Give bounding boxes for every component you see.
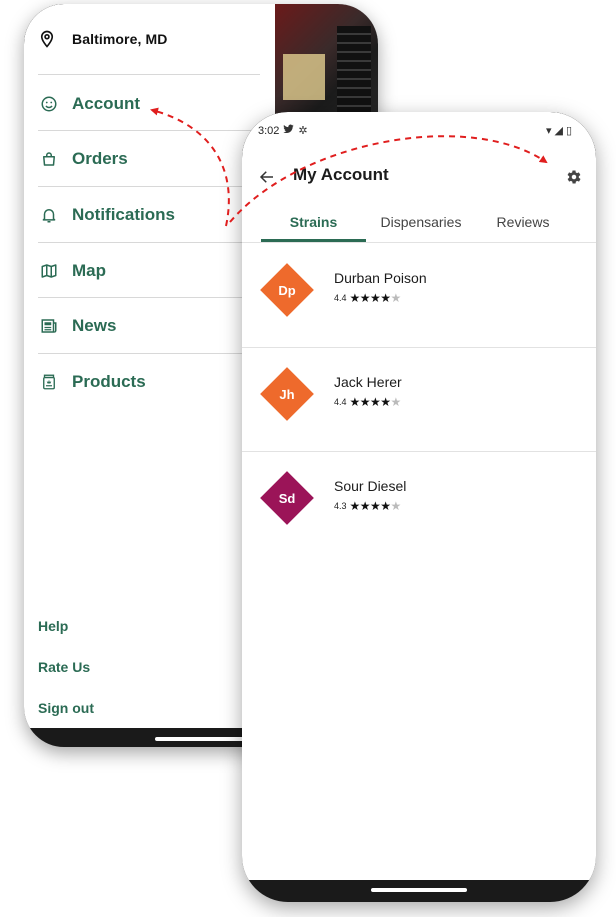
strain-list-item[interactable]: Jh Jack Herer 4.4 ★★★★★ xyxy=(242,347,596,452)
rating-value: 4.4 xyxy=(334,397,347,407)
nav-item-map[interactable]: Map xyxy=(38,256,106,286)
gear-icon xyxy=(567,170,581,184)
nav-label-orders: Orders xyxy=(72,149,128,168)
tab-indicator xyxy=(261,239,366,242)
account-phone: 3:02 ✲ ▾ ◢ ▯ My Account Strains Dispensa… xyxy=(242,112,596,902)
stars-icon: ★★★★★ xyxy=(349,395,402,409)
back-button[interactable] xyxy=(256,166,278,188)
strain-name: Sour Diesel xyxy=(334,478,407,494)
map-icon xyxy=(38,260,60,282)
nav-item-notifications[interactable]: Notifications xyxy=(38,200,175,230)
rate-us-link[interactable]: Rate Us xyxy=(38,659,90,675)
photo-sign xyxy=(283,54,325,100)
strain-avatar: Jh xyxy=(260,367,314,421)
status-bar: 3:02 ✲ xyxy=(258,124,308,138)
tab-reviews[interactable]: Reviews xyxy=(476,204,570,240)
status-time: 3:02 xyxy=(258,124,280,137)
page-title: My Account xyxy=(293,165,389,184)
stars-icon: ★★★★★ xyxy=(349,291,402,305)
location-label: Baltimore, MD xyxy=(72,31,168,47)
nav-item-products[interactable]: Products xyxy=(38,367,146,397)
strain-name: Durban Poison xyxy=(334,270,427,286)
smiley-icon xyxy=(38,93,60,115)
nav-label-notifications: Notifications xyxy=(72,205,175,224)
home-indicator[interactable] xyxy=(371,888,467,892)
divider xyxy=(38,353,260,354)
jar-icon xyxy=(38,371,60,393)
nav-label-products: Products xyxy=(72,372,146,391)
battery-icon: ▯ xyxy=(565,125,572,137)
status-indicators: ▾ ◢ ▯ xyxy=(546,124,572,137)
shopping-bag-icon xyxy=(38,148,60,170)
twitter-icon xyxy=(283,124,295,137)
wifi-icon: ▾ xyxy=(545,125,552,137)
rating-row: 4.4 ★★★★★ xyxy=(334,396,401,408)
tab-dispensaries[interactable]: Dispensaries xyxy=(366,204,476,240)
newspaper-icon xyxy=(38,315,60,337)
nav-item-account[interactable]: Account xyxy=(38,89,140,119)
divider xyxy=(38,186,260,187)
signal-icon: ◢ xyxy=(554,125,563,137)
strain-name: Jack Herer xyxy=(334,374,402,390)
nav-item-news[interactable]: News xyxy=(38,311,116,341)
divider xyxy=(38,74,260,75)
divider xyxy=(38,130,260,131)
nav-label-news: News xyxy=(72,316,117,335)
rating-row: 4.4 ★★★★★ xyxy=(334,292,401,304)
strain-list-item[interactable]: Dp Durban Poison 4.4 ★★★★★ xyxy=(242,243,596,348)
sign-out-link[interactable]: Sign out xyxy=(38,700,94,716)
divider xyxy=(38,242,260,243)
strain-abbr: Dp xyxy=(278,282,296,298)
account-screen: 3:02 ✲ ▾ ◢ ▯ My Account Strains Dispensa… xyxy=(242,112,596,880)
help-link[interactable]: Help xyxy=(38,618,68,634)
settings-status-icon: ✲ xyxy=(298,125,308,137)
strain-abbr: Sd xyxy=(278,490,296,506)
rating-value: 4.3 xyxy=(334,501,347,511)
strain-list-item[interactable]: Sd Sour Diesel 4.3 ★★★★★ xyxy=(242,451,596,555)
rating-row: 4.3 ★★★★★ xyxy=(334,500,401,512)
bell-icon xyxy=(38,204,60,226)
back-arrow-icon xyxy=(259,171,273,183)
stars-icon: ★★★★★ xyxy=(349,499,402,513)
strain-avatar: Dp xyxy=(260,263,314,317)
app-bar: My Account xyxy=(242,160,596,194)
home-indicator[interactable] xyxy=(155,737,247,741)
divider xyxy=(38,297,260,298)
settings-button[interactable] xyxy=(562,165,586,189)
location-row[interactable]: Baltimore, MD xyxy=(38,30,167,48)
tab-strains[interactable]: Strains xyxy=(261,204,366,240)
tab-bar: Strains Dispensaries Reviews xyxy=(242,204,596,243)
nav-label-account: Account xyxy=(72,94,140,113)
rating-value: 4.4 xyxy=(334,293,347,303)
nav-item-orders[interactable]: Orders xyxy=(38,144,128,174)
nav-label-map: Map xyxy=(72,261,106,280)
strain-abbr: Jh xyxy=(279,386,295,402)
strain-avatar: Sd xyxy=(260,471,314,525)
location-pin-icon xyxy=(40,30,54,48)
